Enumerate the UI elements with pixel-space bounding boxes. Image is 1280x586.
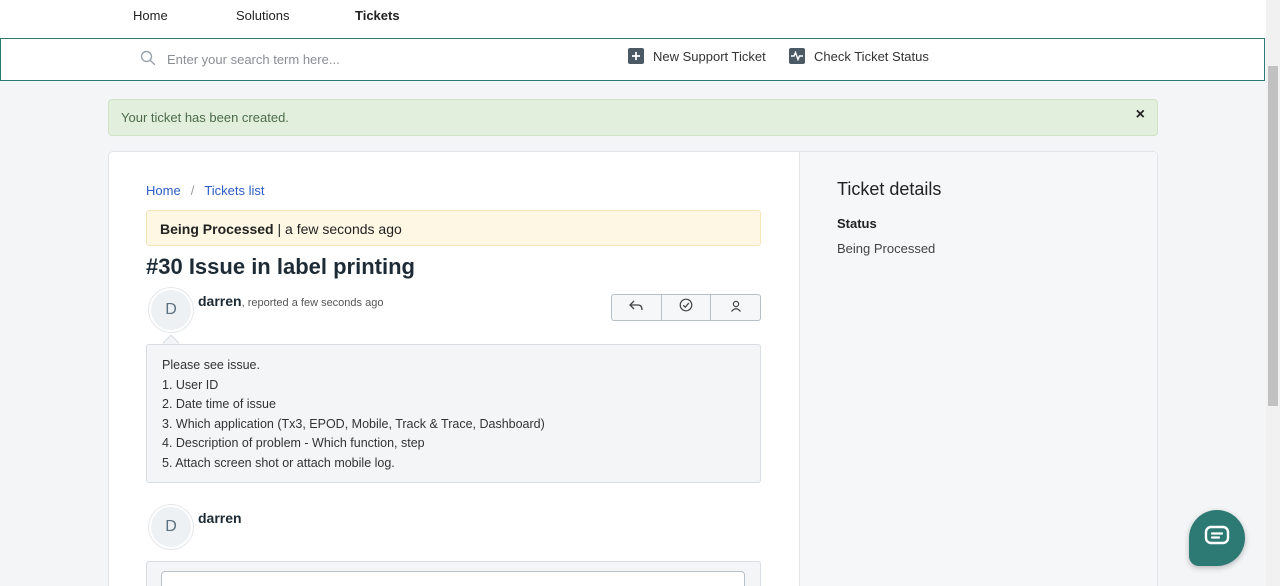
- user-icon: [730, 299, 742, 317]
- ticket-details-title: Ticket details: [837, 179, 942, 199]
- description-line: 3. Which application (Tx3, EPOD, Mobile,…: [162, 416, 545, 431]
- check-ticket-status-label: Check Ticket Status: [814, 48, 929, 64]
- activity-icon: [789, 48, 805, 64]
- author-name: darren: [198, 293, 242, 309]
- new-support-ticket-label: New Support Ticket: [653, 48, 766, 64]
- breadcrumb-tickets-list[interactable]: Tickets list: [204, 183, 264, 198]
- search-bar: New Support Ticket Check Ticket Status: [0, 38, 1265, 81]
- success-alert: Your ticket has been created. ×: [108, 99, 1158, 136]
- status-label: Status: [837, 216, 877, 231]
- status-time: a few seconds ago: [285, 221, 402, 237]
- description-line: 5. Attach screen shot or attach mobile l…: [162, 455, 395, 470]
- check-ticket-status-button[interactable]: Check Ticket Status: [789, 48, 929, 64]
- description-line: Please see issue.: [162, 358, 260, 372]
- check-circle-icon: [679, 298, 693, 317]
- description-line: 1. User ID: [162, 377, 219, 392]
- post-meta: , reported a few seconds ago: [241, 297, 384, 309]
- ticket-action-buttons: [611, 294, 761, 321]
- description-line: 4. Description of problem - Which functi…: [162, 436, 425, 451]
- status-value: Being Processed: [837, 241, 936, 256]
- scrollbar-thumb[interactable]: [1268, 66, 1278, 406]
- avatar: D: [149, 288, 193, 332]
- reply-button[interactable]: [612, 295, 662, 320]
- status-text: Being Processed: [160, 221, 274, 237]
- ticket-description: Please see issue. 1. User ID 2. Date tim…: [146, 344, 761, 483]
- description-line: 2. Date time of issue: [162, 397, 276, 412]
- chat-widget-button[interactable]: [1189, 510, 1245, 566]
- ticket-status-bar: Being Processed | a few seconds ago: [146, 210, 761, 246]
- reply-avatar: D: [149, 505, 193, 549]
- close-icon[interactable]: ×: [1136, 106, 1145, 124]
- alert-message: Your ticket has been created.: [121, 110, 289, 125]
- nav-solutions[interactable]: Solutions: [236, 8, 289, 23]
- status-separator: |: [277, 221, 286, 237]
- breadcrumb-home[interactable]: Home: [146, 183, 181, 198]
- search-icon: [140, 50, 156, 66]
- reply-author: darren: [198, 510, 242, 526]
- search-input[interactable]: [167, 49, 587, 69]
- resolve-button[interactable]: [662, 295, 712, 320]
- reply-icon: [629, 299, 643, 317]
- breadcrumb: Home / Tickets list: [146, 183, 265, 198]
- breadcrumb-separator: /: [190, 183, 195, 198]
- chat-icon: [1204, 525, 1230, 552]
- plus-square-icon: [628, 48, 644, 64]
- reply-input[interactable]: [161, 571, 745, 586]
- page-title: #30 Issue in label printing: [146, 254, 415, 279]
- post-author: darren, reported a few seconds ago: [198, 293, 383, 309]
- nav-tickets[interactable]: Tickets: [355, 8, 400, 23]
- top-nav: Home Solutions Tickets: [0, 0, 1266, 38]
- new-support-ticket-button[interactable]: New Support Ticket: [628, 48, 766, 64]
- nav-home[interactable]: Home: [133, 8, 168, 23]
- assign-button[interactable]: [711, 295, 760, 320]
